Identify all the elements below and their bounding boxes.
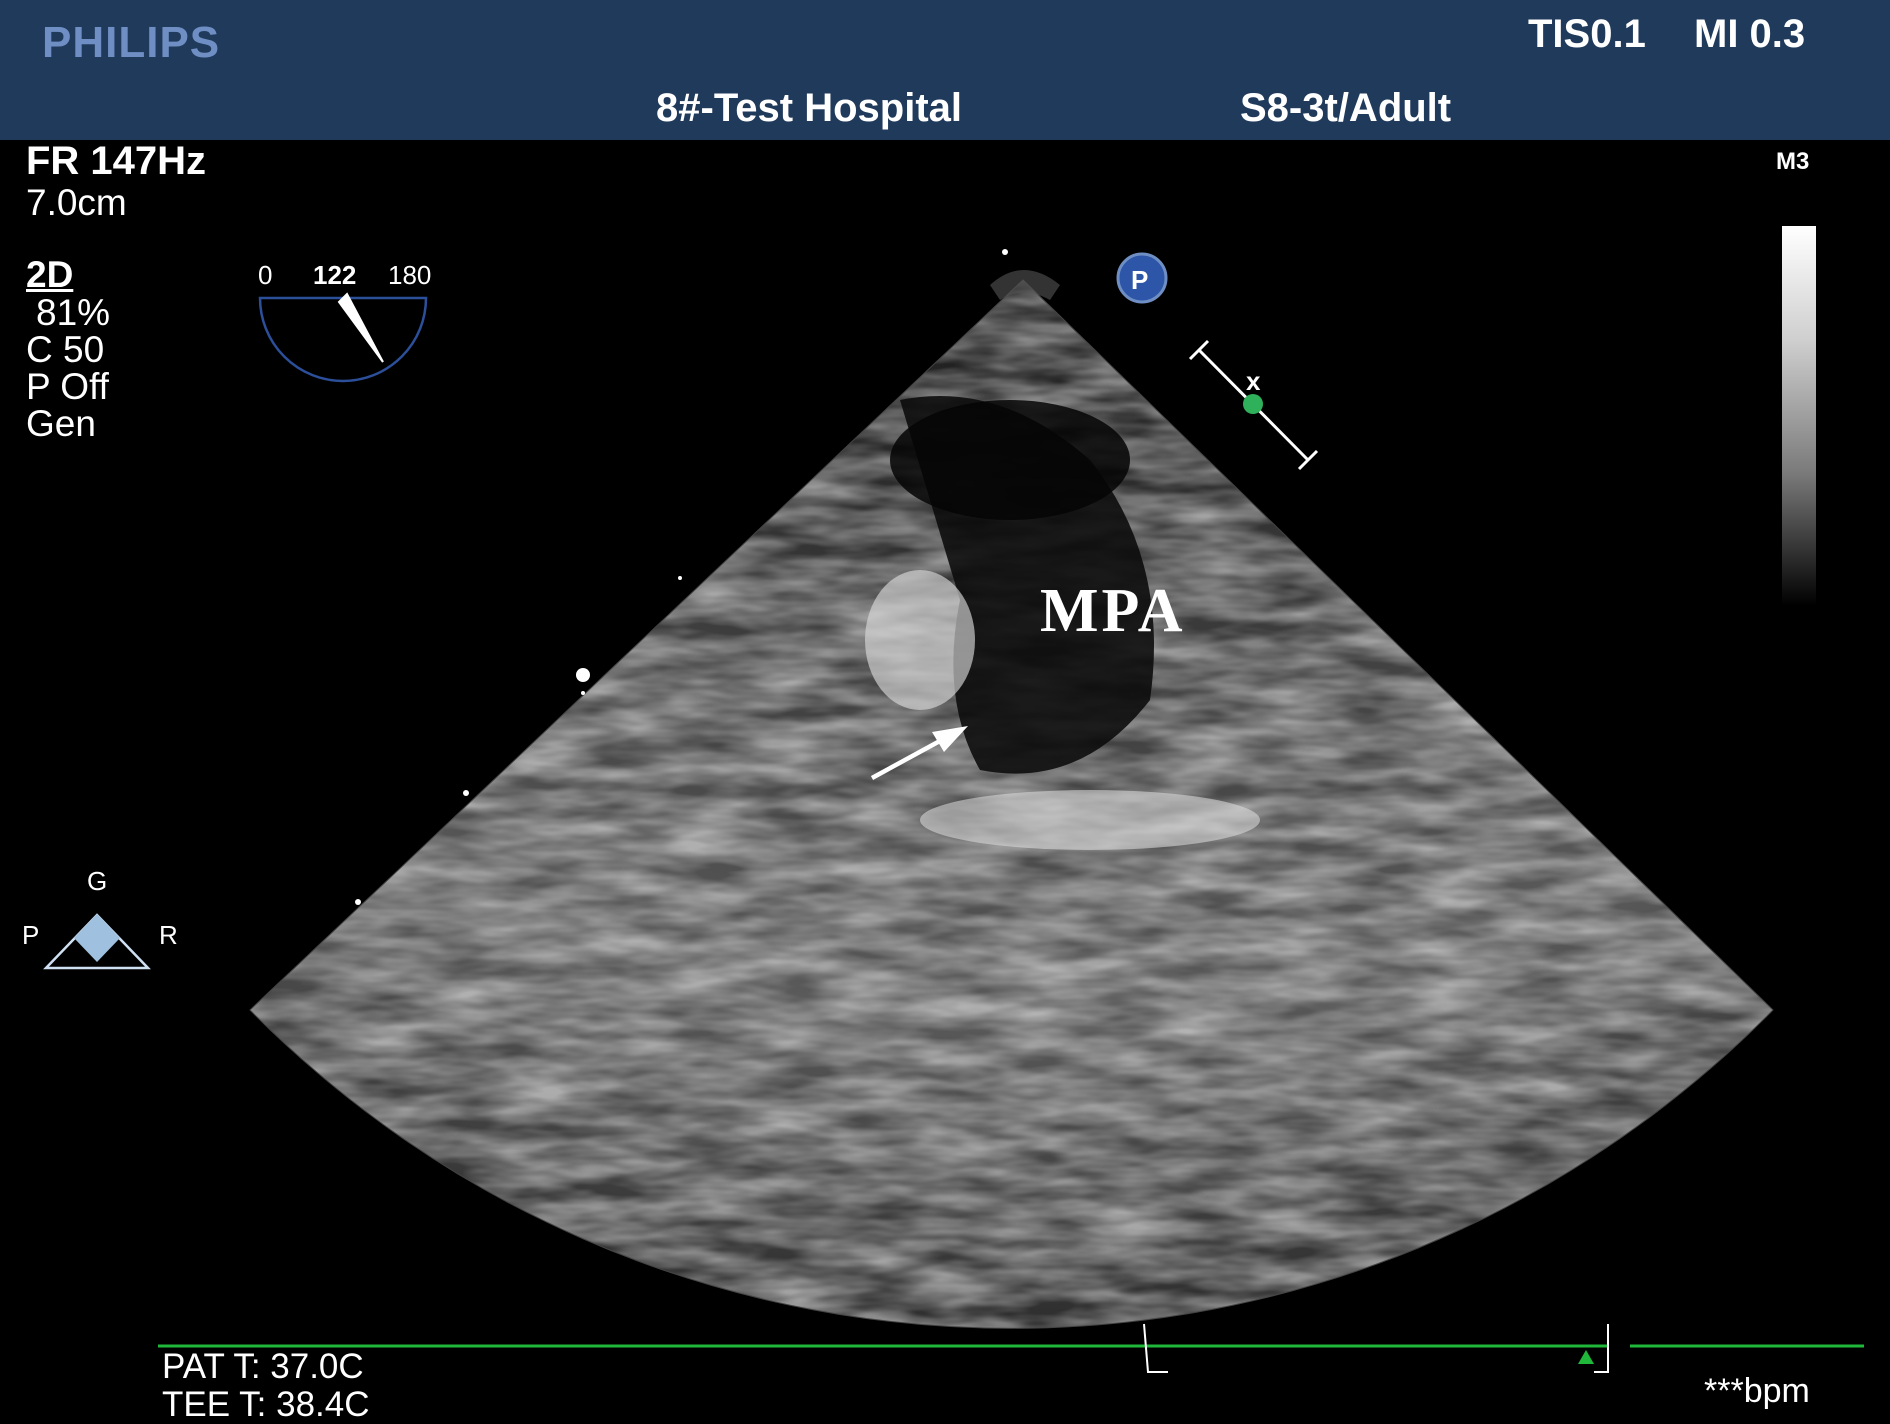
- angle-indicator: 0 122 180: [258, 260, 431, 383]
- scale-caliper: x: [1188, 339, 1319, 471]
- orientation-marker: G P R: [22, 866, 178, 970]
- mpa-label: MPA: [1040, 577, 1186, 645]
- focus-marker: P: [1116, 252, 1168, 304]
- orientation-top-label: G: [87, 866, 107, 896]
- angle-value-label: 122: [313, 260, 356, 290]
- focus-marker-label: P: [1131, 265, 1148, 295]
- ultrasound-sector: [249, 279, 1774, 1329]
- tee-temperature: TEE T: 38.4C: [162, 1385, 370, 1424]
- patient-temperature: PAT T: 37.0C: [162, 1347, 364, 1386]
- angle-min-label: 0: [258, 260, 272, 290]
- sector-apex: [990, 249, 1060, 300]
- orientation-left-label: P: [22, 920, 39, 950]
- ecg-trace: [158, 1323, 1864, 1373]
- angle-max-label: 180: [388, 260, 431, 290]
- heart-rate: ***bpm: [1704, 1372, 1810, 1410]
- image-overlay: 0 122 180 P x G P R: [22, 249, 1864, 1373]
- orientation-right-label: R: [159, 920, 178, 950]
- temperature-readouts: PAT T: 37.0C TEE T: 38.4C: [162, 1348, 370, 1424]
- svg-text:x: x: [1246, 366, 1261, 396]
- ecg-trigger-icon: [1578, 1350, 1594, 1364]
